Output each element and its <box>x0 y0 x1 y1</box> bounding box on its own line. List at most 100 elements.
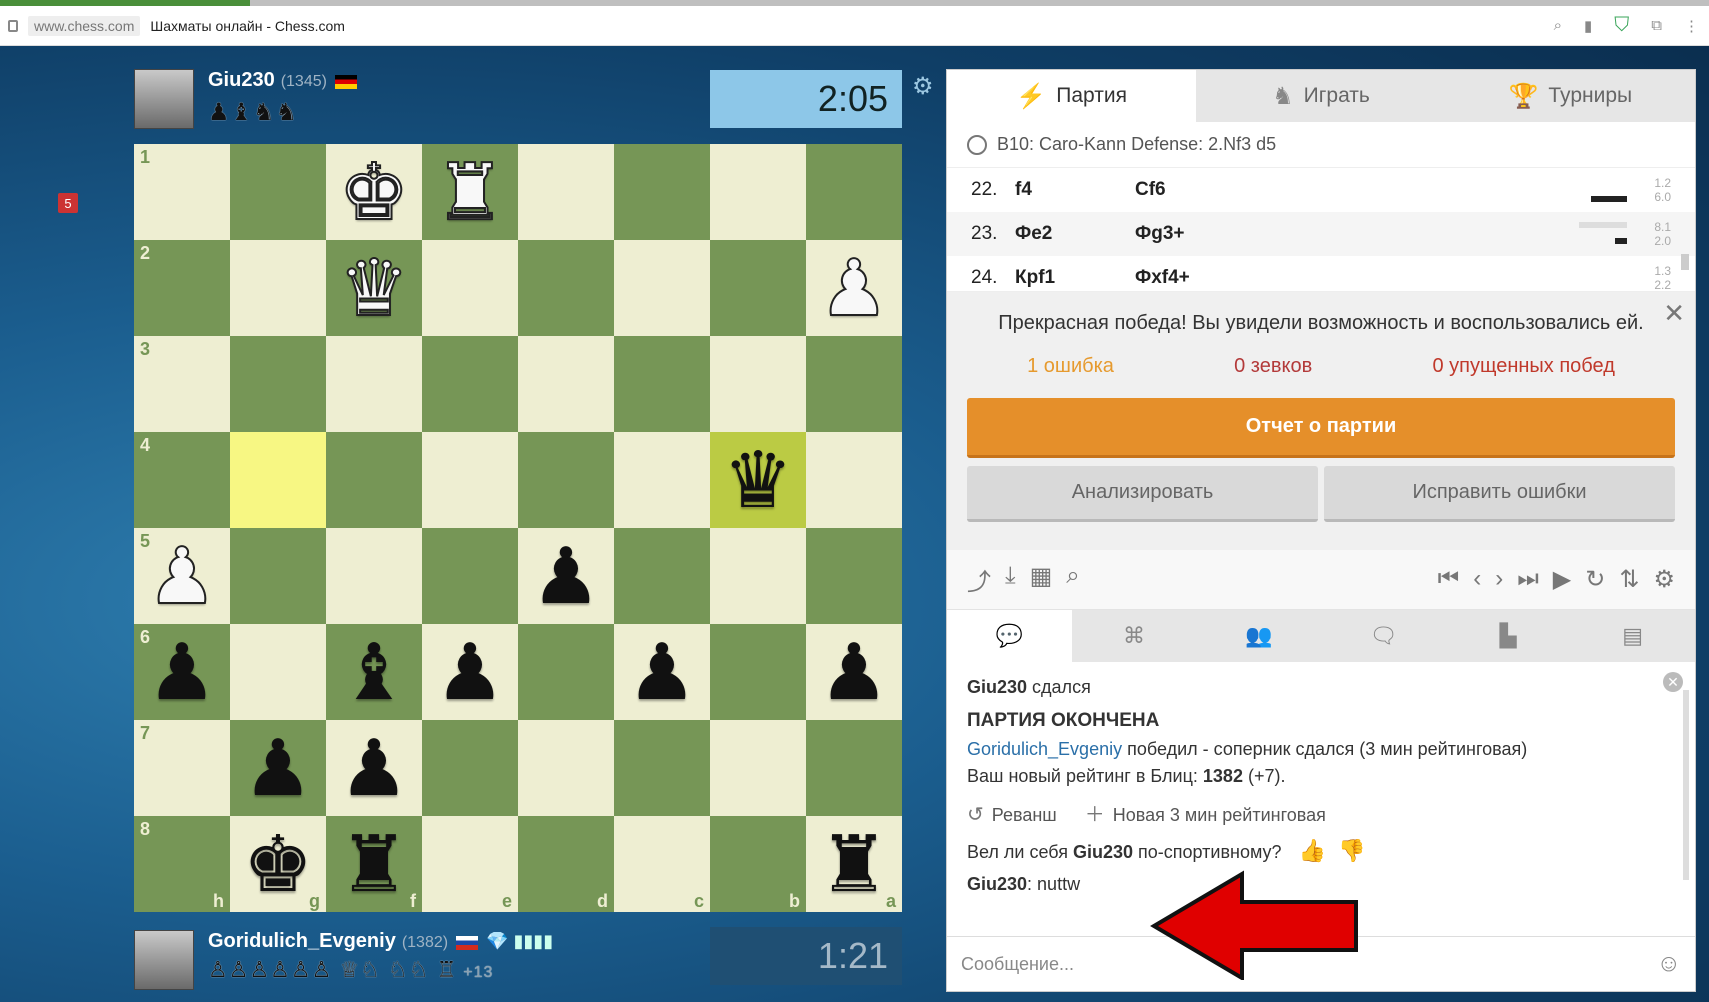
previous-move-icon[interactable]: ‹ <box>1473 565 1481 594</box>
board-settings-gear-icon[interactable]: ⚙ <box>912 72 934 101</box>
black-pawn[interactable]: ♟ <box>147 633 217 711</box>
board-square[interactable]: ♟ <box>518 528 614 624</box>
thumbs-up-icon[interactable]: 👍 <box>1299 834 1326 867</box>
board-square[interactable] <box>710 624 806 720</box>
board-square[interactable]: ♟ <box>230 720 326 816</box>
explorer-icon[interactable]: ⌕ <box>1066 562 1079 597</box>
translate-icon[interactable]: ⧉ <box>1651 17 1662 34</box>
board-square[interactable]: 6 ♟ <box>134 624 230 720</box>
board-square[interactable]: ♟ <box>806 240 902 336</box>
board-square[interactable]: ♟ <box>806 624 902 720</box>
player-name[interactable]: Goridulich_Evgeniy <box>208 930 396 952</box>
player-name[interactable]: Giu230 <box>208 69 275 91</box>
board-square[interactable] <box>710 336 806 432</box>
board-square[interactable] <box>614 720 710 816</box>
board-square[interactable] <box>422 720 518 816</box>
board-square[interactable]: ♜ <box>422 144 518 240</box>
next-move-icon[interactable]: › <box>1495 565 1503 594</box>
mistakes-count[interactable]: 1 ошибка <box>1027 355 1114 378</box>
board-square[interactable] <box>614 144 710 240</box>
blunders-count[interactable]: 0 зевков <box>1234 355 1312 378</box>
black-rook[interactable]: ♜ <box>819 825 889 903</box>
moves-scrollbar[interactable] <box>1681 174 1691 284</box>
board-square[interactable] <box>230 432 326 528</box>
board-square[interactable]: ♟ <box>326 720 422 816</box>
board-square[interactable] <box>422 336 518 432</box>
tab-game[interactable]: ⚡ Партия <box>947 70 1197 122</box>
board-square[interactable] <box>518 720 614 816</box>
close-icon[interactable]: ✕ <box>1663 300 1685 326</box>
board-square[interactable]: b <box>710 816 806 912</box>
board-square[interactable] <box>230 624 326 720</box>
opening-name[interactable]: B10: Caro-Kann Defense: 2.Nf3 d5 <box>947 122 1695 168</box>
black-pawn[interactable]: ♟ <box>339 729 409 807</box>
board-square[interactable] <box>326 432 422 528</box>
board-square[interactable] <box>326 336 422 432</box>
board-square[interactable] <box>806 144 902 240</box>
board-square[interactable] <box>806 432 902 528</box>
board-square[interactable]: 3 <box>134 336 230 432</box>
board-square[interactable] <box>806 336 902 432</box>
thumbs-down-icon[interactable]: 👎 <box>1338 834 1365 867</box>
bookmark-icon[interactable]: ▮ <box>1584 17 1592 35</box>
chess-board[interactable]: 1 ♚ ♜ 2 ♛ ♟ 3 4 ♛ 5 ♟ ♟ 6 ♟ ♝ ♟ ♟ ♟ 7 ♟ ♟ 8 h g ♚ f ♜ e d c b a ♜ <box>134 144 902 912</box>
board-square[interactable] <box>518 336 614 432</box>
download-icon[interactable]: ⤓ <box>1005 562 1016 597</box>
board-square[interactable] <box>614 528 710 624</box>
username[interactable]: Giu230 <box>1073 842 1133 862</box>
board-square[interactable] <box>518 624 614 720</box>
board-square[interactable] <box>710 720 806 816</box>
white-rook[interactable]: ♜ <box>434 152 506 232</box>
zoom-icon[interactable]: ⌕ <box>1554 17 1562 34</box>
board-square[interactable] <box>806 720 902 816</box>
black-rook[interactable]: ♜ <box>339 825 409 903</box>
friends-icon[interactable]: 👥 <box>1196 610 1321 662</box>
chat-bubble-icon[interactable]: 💬 <box>947 610 1072 662</box>
rematch-button[interactable]: ↺ Реванш <box>967 800 1057 830</box>
board-square[interactable] <box>710 144 806 240</box>
emoji-icon[interactable]: ☺ <box>1656 950 1681 978</box>
fix-mistakes-button[interactable]: Исправить ошибки <box>1324 466 1675 522</box>
black-move[interactable]: Фxf4+ <box>1135 267 1335 289</box>
board-square[interactable]: 4 <box>134 432 230 528</box>
board-square[interactable]: ♛ <box>710 432 806 528</box>
white-move[interactable]: f4 <box>1015 179 1135 201</box>
settings-gear-icon[interactable]: ⚙ <box>1653 565 1675 594</box>
url-host[interactable]: www.chess.com <box>28 16 141 36</box>
game-report-button[interactable]: Отчет о партии <box>967 398 1675 458</box>
board-square[interactable] <box>230 528 326 624</box>
board-square[interactable]: 8h <box>134 816 230 912</box>
flip-board-icon[interactable]: ⇅ <box>1619 565 1639 594</box>
board-square[interactable]: e <box>422 816 518 912</box>
board-square[interactable]: c <box>614 816 710 912</box>
board-square[interactable]: 1 <box>134 144 230 240</box>
board-square[interactable] <box>518 144 614 240</box>
refresh-icon[interactable]: ↻ <box>1585 565 1605 594</box>
board-square[interactable]: f ♜ <box>326 816 422 912</box>
board-square[interactable]: ♟ <box>614 624 710 720</box>
board-square[interactable]: ♝ <box>326 624 422 720</box>
avatar[interactable] <box>134 69 194 129</box>
username[interactable]: Giu230 <box>967 874 1027 894</box>
tab-tournaments[interactable]: 🏆 Турниры <box>1446 70 1695 122</box>
winner-link[interactable]: Goridulich_Evgeniy <box>967 739 1122 759</box>
board-square[interactable]: 7 <box>134 720 230 816</box>
analyze-button[interactable]: Анализировать <box>967 466 1318 522</box>
board-square[interactable]: 2 <box>134 240 230 336</box>
leaderboard-icon[interactable]: ▙ <box>1446 610 1571 662</box>
white-pawn[interactable]: ♟ <box>818 248 890 328</box>
board-square[interactable] <box>422 432 518 528</box>
black-move[interactable]: Cf6 <box>1135 179 1335 201</box>
username[interactable]: Giu230 <box>967 677 1027 697</box>
black-pawn[interactable]: ♟ <box>435 633 505 711</box>
board-square[interactable]: ♚ <box>326 144 422 240</box>
board-square[interactable] <box>230 144 326 240</box>
black-bishop[interactable]: ♝ <box>339 633 409 711</box>
white-queen[interactable]: ♛ <box>338 248 410 328</box>
white-king[interactable]: ♚ <box>338 152 410 232</box>
board-square[interactable]: a ♜ <box>806 816 902 912</box>
black-pawn[interactable]: ♟ <box>531 537 601 615</box>
black-pawn[interactable]: ♟ <box>243 729 313 807</box>
board-square[interactable] <box>422 240 518 336</box>
board-search-icon[interactable]: ▦ <box>1030 562 1053 597</box>
